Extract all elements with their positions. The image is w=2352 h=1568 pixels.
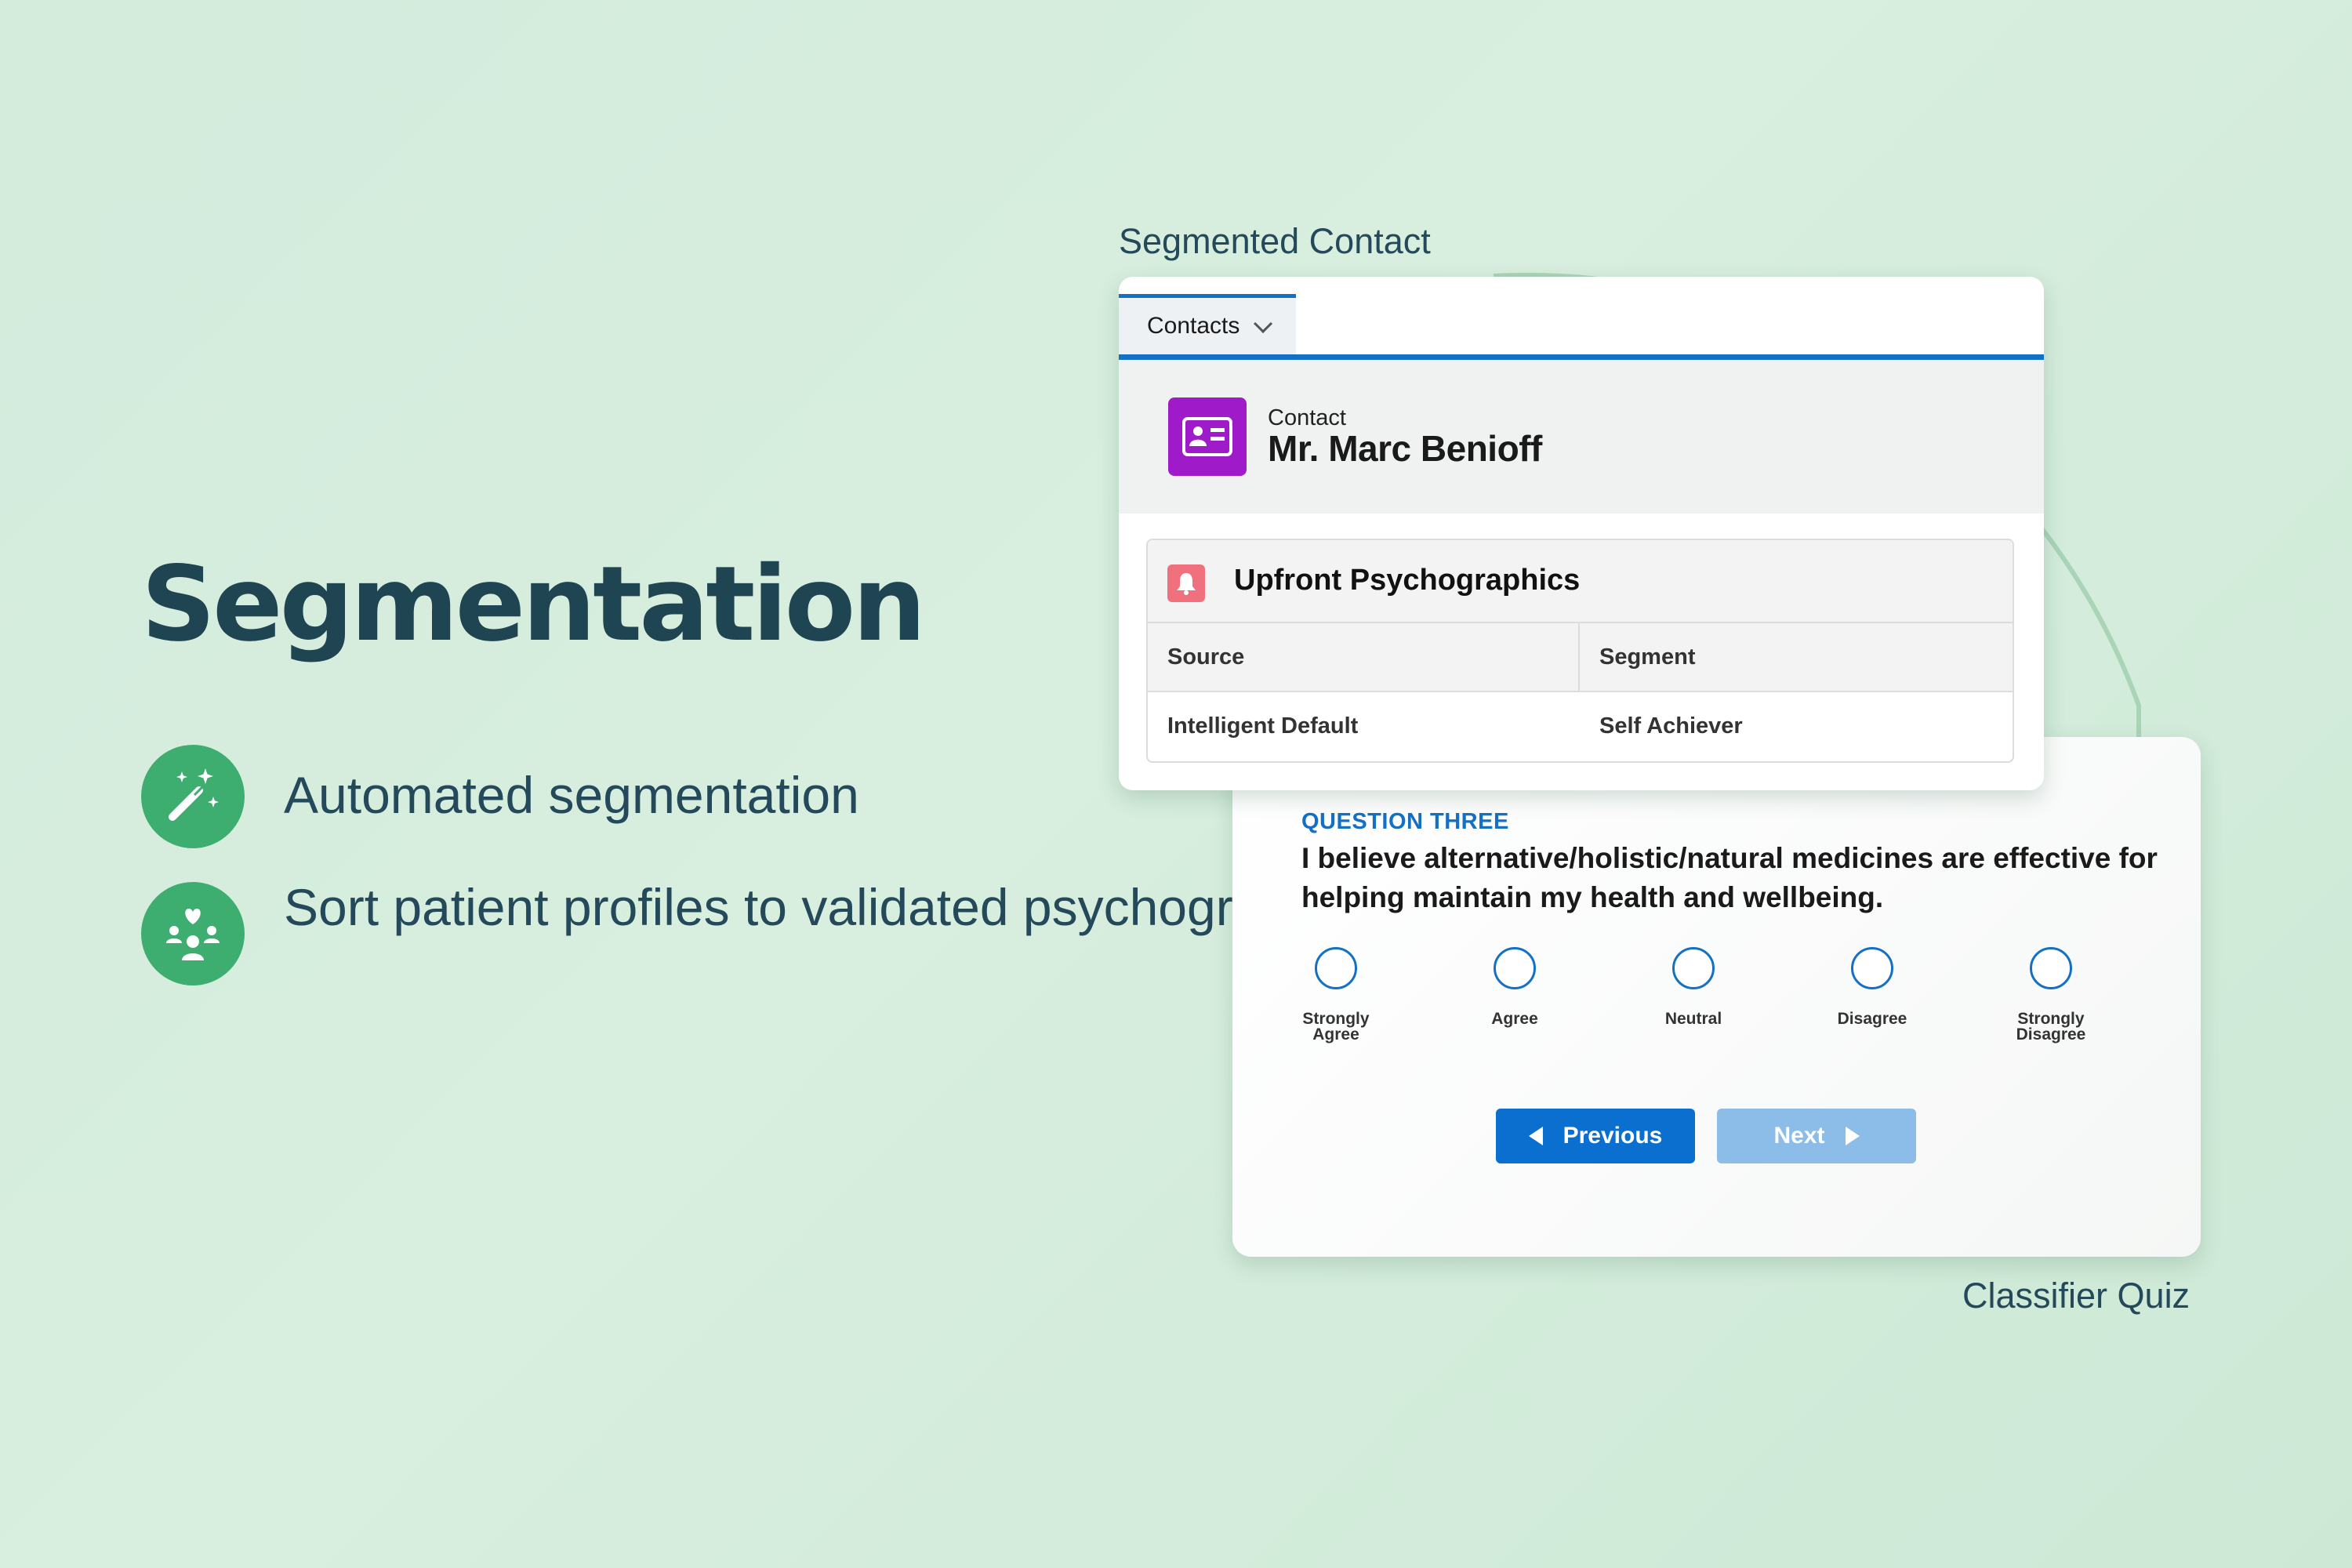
feature-item-automated: Automated segmentation <box>141 745 859 848</box>
related-list-psychographics: Upfront Psychographics Source Segment In… <box>1146 539 2014 763</box>
previous-button[interactable]: Previous <box>1496 1109 1695 1163</box>
option-label: Disagree <box>2016 1025 2086 1044</box>
option-label: Disagree <box>1837 1010 1907 1028</box>
arrow-right-icon <box>1845 1127 1860 1145</box>
previous-label: Previous <box>1563 1123 1663 1149</box>
option-neutral[interactable]: Neutral <box>1631 947 1756 1027</box>
record-name: Mr. Marc Benioff <box>1268 428 1542 469</box>
option-label: Neutral <box>1664 1010 1722 1028</box>
classifier-quiz-card: QUESTION THREE I believe alternative/hol… <box>1232 737 2201 1257</box>
cell-source: Intelligent Default <box>1167 713 1359 739</box>
option-label: Agree <box>1491 1010 1538 1028</box>
radio-neutral[interactable] <box>1672 947 1715 989</box>
radio-strongly-agree[interactable] <box>1315 947 1357 989</box>
segmented-contact-caption: Segmented Contact <box>1119 221 1431 261</box>
radio-agree[interactable] <box>1494 947 1536 989</box>
page-title: Segmentation <box>141 544 926 665</box>
option-disagree[interactable]: Disagree <box>1809 947 1935 1027</box>
arrow-left-icon <box>1528 1127 1543 1145</box>
tab-bar-underline <box>1119 354 2044 360</box>
next-label: Next <box>1773 1123 1825 1149</box>
cell-segment: Self Achiever <box>1599 713 1743 739</box>
column-header-segment[interactable]: Segment <box>1580 623 2012 691</box>
option-label: Strongly <box>2017 1010 2085 1028</box>
bell-icon <box>1167 564 1205 602</box>
table-row: Intelligent Default Self Achiever <box>1148 692 2013 760</box>
record-header: Contact Mr. Marc Benioff <box>1119 360 2044 514</box>
classifier-quiz-caption: Classifier Quiz <box>1962 1276 2190 1316</box>
table-header-row: Source Segment <box>1148 623 2013 692</box>
option-strongly-disagree[interactable]: Strongly Disagree <box>1988 947 2114 1043</box>
tab-contacts[interactable]: Contacts <box>1119 294 1296 354</box>
radio-strongly-disagree[interactable] <box>2030 947 2072 989</box>
chevron-down-icon[interactable] <box>1254 314 1273 333</box>
magic-wand-icon <box>141 745 245 848</box>
persona-group-icon <box>141 882 245 985</box>
related-list-title[interactable]: Upfront Psychographics <box>1234 564 1580 597</box>
feature-text: Automated segmentation <box>284 766 859 824</box>
radio-disagree[interactable] <box>1851 947 1893 989</box>
option-strongly-agree[interactable]: Strongly Agree <box>1273 947 1399 1043</box>
question-label: QUESTION THREE <box>1301 809 1509 834</box>
option-label: Strongly <box>1302 1010 1370 1028</box>
column-header-source[interactable]: Source <box>1148 623 1580 691</box>
next-button[interactable]: Next <box>1717 1109 1916 1163</box>
related-list-header: Upfront Psychographics <box>1148 540 2013 623</box>
question-text: I believe alternative/holistic/natural m… <box>1301 842 2158 913</box>
contact-card-icon <box>1168 397 1247 476</box>
tab-label: Contacts <box>1147 313 1240 339</box>
option-agree[interactable]: Agree <box>1452 947 1577 1027</box>
segmented-contact-card: Contacts Contact Mr. Marc Benioff Upfron… <box>1119 277 2044 790</box>
option-label: Agree <box>1312 1025 1359 1044</box>
